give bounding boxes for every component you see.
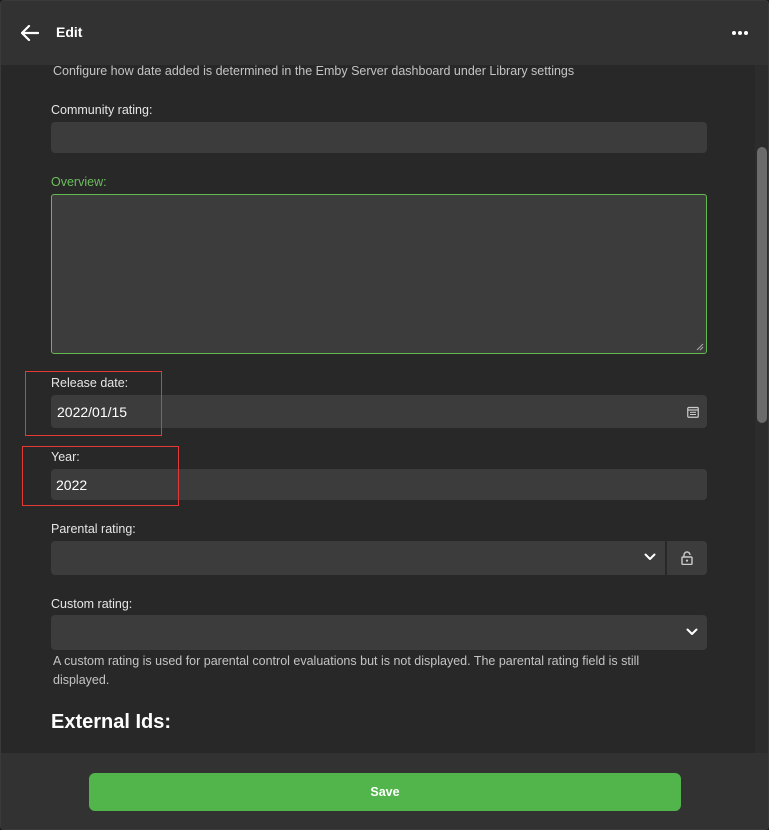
- custom-rating-select[interactable]: [51, 615, 707, 650]
- lock-parental-rating-button[interactable]: [667, 541, 707, 575]
- parental-rating-select[interactable]: [51, 541, 665, 575]
- more-options-button[interactable]: [725, 19, 755, 47]
- custom-rating-help-line2: displayed.: [53, 673, 110, 687]
- community-rating-input[interactable]: [51, 122, 707, 153]
- calendar-icon[interactable]: [687, 406, 699, 418]
- scrollbar-thumb[interactable]: [757, 147, 767, 423]
- custom-rating-label: Custom rating:: [51, 597, 133, 611]
- chevron-down-icon: [686, 628, 698, 635]
- date-added-note: Configure how date added is determined i…: [53, 65, 575, 78]
- highlight-box-release-date: [25, 371, 162, 436]
- dialog-footer: Save: [1, 753, 768, 829]
- dialog-header: Edit: [1, 1, 768, 65]
- community-rating-label: Community rating:: [51, 103, 153, 117]
- arrow-left-icon: [21, 25, 39, 41]
- dialog-title: Edit: [56, 24, 83, 40]
- form-scroll-area[interactable]: Configure how date added is determined i…: [1, 65, 755, 753]
- save-button[interactable]: Save: [89, 773, 681, 811]
- custom-rating-help-line1: A custom rating is used for parental con…: [53, 654, 640, 668]
- chevron-down-icon: [644, 553, 656, 560]
- resize-grip-icon[interactable]: [696, 343, 704, 351]
- back-button[interactable]: [15, 19, 45, 47]
- lock-icon: [681, 551, 693, 565]
- overview-textarea[interactable]: [51, 194, 707, 354]
- overview-label: Overview:: [51, 175, 107, 189]
- external-ids-heading: External Ids:: [51, 711, 172, 733]
- edit-dialog: Edit Configure how date added is determi…: [0, 0, 769, 830]
- more-horizontal-icon: [732, 31, 748, 35]
- highlight-box-year: [22, 446, 179, 506]
- parental-rating-label: Parental rating:: [51, 522, 136, 536]
